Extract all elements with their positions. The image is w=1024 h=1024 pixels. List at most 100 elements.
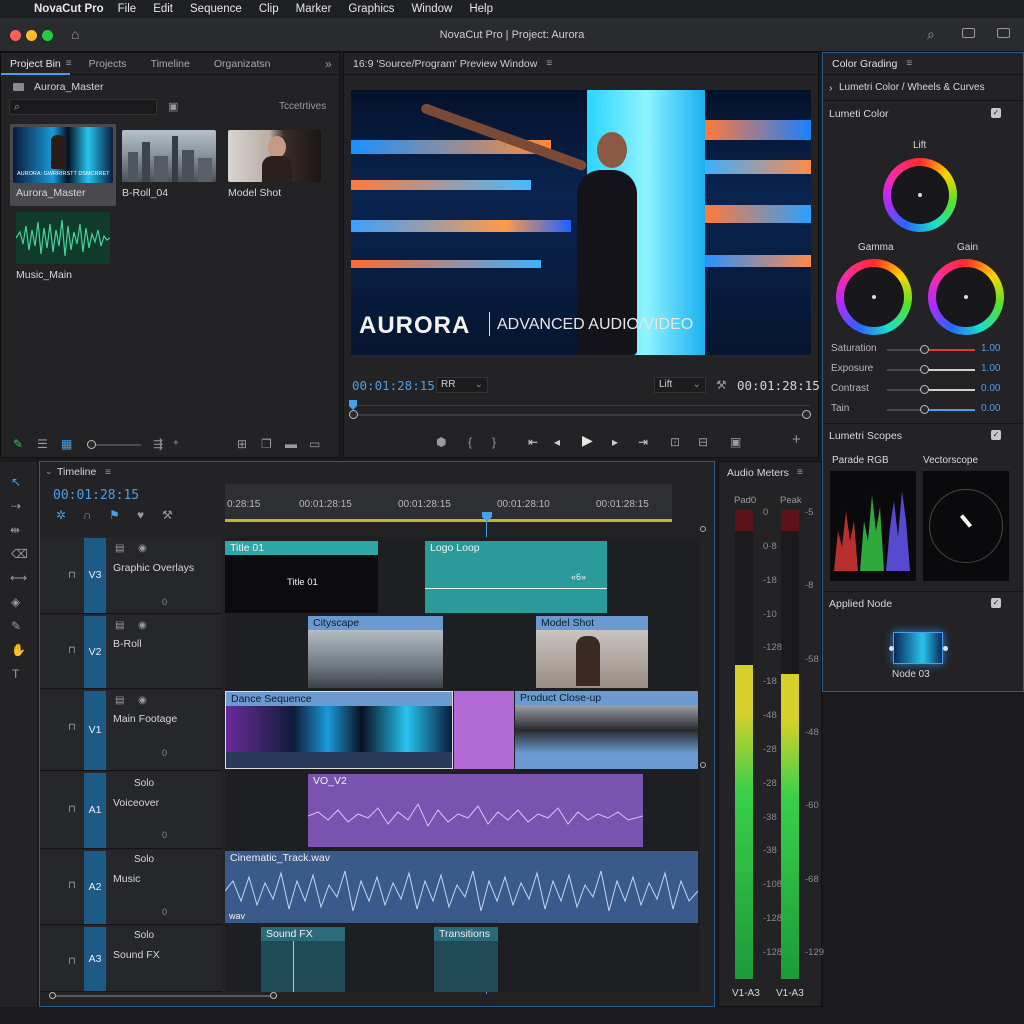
panel-menu-icon[interactable]: ≡ <box>105 467 111 479</box>
program-zoom-bar[interactable] <box>349 410 811 419</box>
clip-title-01[interactable]: Title 01 Title 01 <box>225 541 378 613</box>
razor-tool-icon[interactable]: ⌫ <box>11 548 28 560</box>
exposure-slider[interactable] <box>887 365 975 374</box>
lock-icon[interactable]: ⊓ <box>68 645 76 657</box>
icon-view-icon[interactable]: ▦ <box>61 438 72 450</box>
overwrite-icon[interactable]: ⊟ <box>698 436 708 448</box>
slider-knob[interactable] <box>87 440 96 449</box>
applied-node-checkbox[interactable]: ✓ <box>991 598 1001 608</box>
mark-out-icon[interactable]: } <box>492 436 496 448</box>
filmstrip-icon[interactable]: ▤ <box>115 620 124 632</box>
gamma-wheel-handle[interactable] <box>872 295 876 299</box>
clip-product-closeup[interactable]: Product Close-up <box>515 691 698 769</box>
tab-timeline[interactable]: Timeline <box>142 58 199 70</box>
menu-file[interactable]: File <box>118 3 137 15</box>
settings-wrench-icon[interactable]: ⚒ <box>716 379 727 391</box>
program-timecode-current[interactable]: 00:01:28:15 <box>352 378 435 393</box>
track-select-tool-icon[interactable]: ⇢ <box>11 500 21 512</box>
program-video-frame[interactable]: AURORA ADVANCED AUDIO/VIDEO <box>351 90 811 355</box>
bin-filter-label[interactable]: Tccetrtives <box>279 101 326 112</box>
menu-graphics[interactable]: Graphics <box>348 3 394 15</box>
new-item-icon[interactable]: ❐ <box>261 438 272 450</box>
lock-icon[interactable]: ⊓ <box>68 570 76 582</box>
track-label-a2[interactable]: A2 <box>84 851 106 924</box>
collapse-icon[interactable]: ⌄ <box>45 466 53 477</box>
tab-projects[interactable]: Projects <box>80 58 136 70</box>
menu-window[interactable]: Window <box>411 3 452 15</box>
tab-organization[interactable]: Organizatsn <box>205 58 280 70</box>
snap-icon[interactable]: ✲ <box>56 509 66 521</box>
solo-button[interactable]: Solo <box>134 930 154 941</box>
new-bin-folder-icon[interactable]: ▬ <box>285 438 297 450</box>
tint-slider[interactable] <box>887 405 975 414</box>
clip-cityscape[interactable]: Cityscape <box>308 616 443 688</box>
menu-marker[interactable]: Marker <box>296 3 332 15</box>
gain-color-wheel[interactable] <box>928 259 1004 335</box>
scopes-enable-checkbox[interactable]: ✓ <box>991 430 1001 440</box>
overflow-icon[interactable]: » <box>325 58 332 70</box>
go-to-in-icon[interactable]: ⇤ <box>528 436 538 448</box>
eye-icon[interactable]: ◉ <box>138 620 147 632</box>
eye-icon[interactable]: ◉ <box>138 543 147 555</box>
scroll-start[interactable] <box>49 992 56 999</box>
play-icon[interactable]: ▶ <box>582 433 593 447</box>
type-tool-icon[interactable]: T <box>12 668 19 680</box>
mark-in-icon[interactable]: { <box>468 436 472 448</box>
linked-selection-icon[interactable]: ∩ <box>83 509 92 521</box>
lift-wheel-handle[interactable] <box>918 193 922 197</box>
app-menu[interactable]: NovaCut Pro <box>34 3 104 15</box>
insert-icon[interactable]: ⊡ <box>670 436 680 448</box>
list-view-icon[interactable]: ☰ <box>37 438 48 450</box>
slip-tool-icon[interactable]: ⟷ <box>10 572 27 584</box>
menu-help[interactable]: Help <box>469 3 493 15</box>
thumbnail-size-slider[interactable] <box>87 440 141 449</box>
solo-button[interactable]: Solo <box>134 854 154 865</box>
exposure-value[interactable]: 1.00 <box>981 363 1000 374</box>
find-icon[interactable]: ⊞ <box>237 438 247 450</box>
ripple-edit-tool-icon[interactable]: ⇹ <box>10 524 20 536</box>
slider-knob[interactable] <box>919 405 929 414</box>
gamma-color-wheel[interactable] <box>836 259 912 335</box>
tint-value[interactable]: 0.00 <box>981 403 1000 414</box>
add-marker-icon[interactable]: ⚑ <box>109 509 120 521</box>
lumetri-section-title[interactable]: Lumetri Color / Wheels & Curves <box>839 82 985 93</box>
clip-logo-loop[interactable]: Logo Loop «6» <box>425 541 607 613</box>
tab-menu-icon[interactable]: ≡ <box>66 58 72 70</box>
track-label-v3[interactable]: V3 <box>84 538 106 613</box>
track-label-v1[interactable]: V1 <box>84 691 106 770</box>
layout-icon[interactable] <box>962 28 975 38</box>
saturation-slider[interactable] <box>887 345 975 354</box>
chevron-right-icon[interactable]: › <box>829 82 833 94</box>
go-to-out-icon[interactable]: ⇥ <box>638 436 648 448</box>
marker-icon[interactable]: ⬢ <box>436 436 446 448</box>
contrast-value[interactable]: 0.00 <box>981 383 1000 394</box>
clip-cinematic-track[interactable]: Cinematic_Track.wav wav <box>225 851 698 923</box>
selection-tool-icon[interactable]: ↖ <box>11 476 21 488</box>
track-label-v2[interactable]: V2 <box>84 616 106 688</box>
track-label-a3[interactable]: A3 <box>84 927 106 991</box>
step-back-icon[interactable]: ◂ <box>554 436 560 448</box>
fit-select[interactable]: Lift ⌄ <box>654 377 706 393</box>
bin-search-input[interactable]: ⌕ <box>9 99 157 115</box>
lumetri-enable-checkbox[interactable]: ✓ <box>991 108 1001 118</box>
zoom-bar-start[interactable] <box>349 410 358 419</box>
model-shot-thumbnail[interactable] <box>228 130 321 182</box>
filmstrip-icon[interactable]: ▤ <box>115 695 124 707</box>
lock-icon[interactable]: ⊓ <box>68 956 76 968</box>
menu-sequence[interactable]: Sequence <box>190 3 242 15</box>
vertical-scroll-bottom[interactable] <box>700 762 706 768</box>
program-scrub-bar[interactable] <box>354 405 810 406</box>
pen-tool-icon[interactable]: ✎ <box>11 620 21 632</box>
lock-icon[interactable]: ⊓ <box>68 880 76 892</box>
transition-cross-dissolve[interactable] <box>454 691 514 769</box>
lift-color-wheel[interactable] <box>883 158 957 232</box>
lock-icon[interactable]: ⊓ <box>68 804 76 816</box>
playhead-marker[interactable] <box>349 400 357 410</box>
export-frame-icon[interactable]: ▣ <box>730 436 741 448</box>
contrast-slider[interactable] <box>887 385 975 394</box>
zoom-bar-end[interactable] <box>802 410 811 419</box>
b-roll-thumbnail[interactable] <box>122 130 216 182</box>
zoom-select[interactable]: RR ⌄ <box>436 377 488 393</box>
search-icon[interactable]: ⌕ <box>927 27 935 41</box>
trash-icon[interactable]: ▭ <box>309 438 320 450</box>
